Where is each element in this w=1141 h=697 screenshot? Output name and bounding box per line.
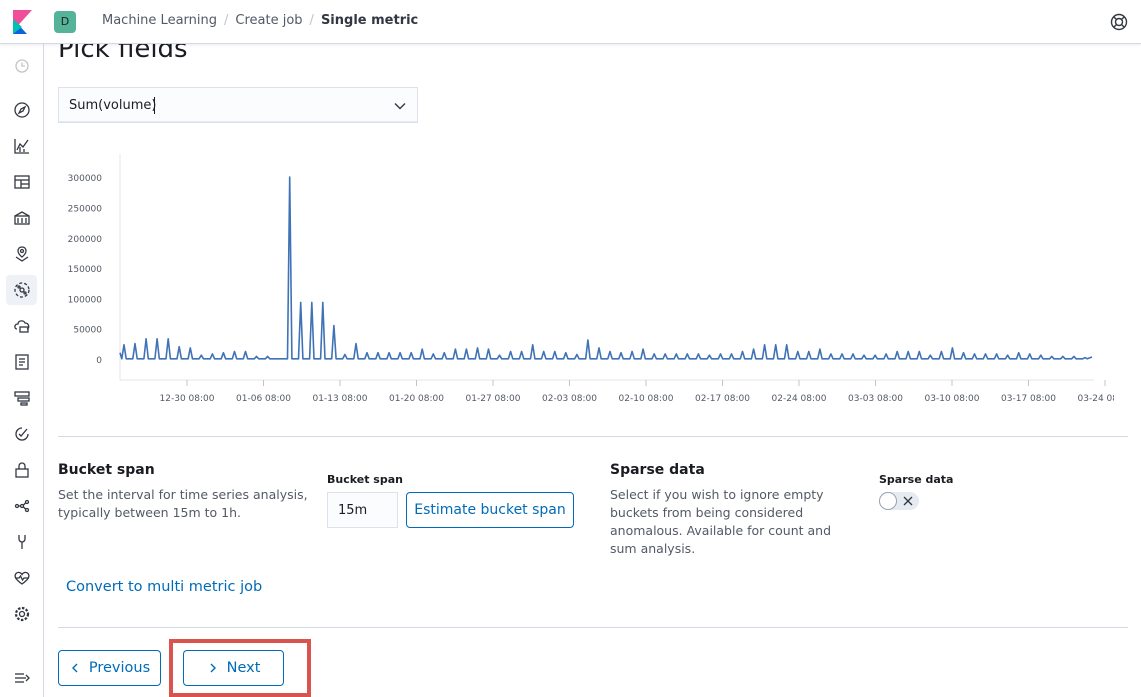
collapse-nav-icon[interactable] <box>12 668 32 688</box>
y-tick-label: 50000 <box>73 326 102 336</box>
security-lock-icon[interactable] <box>12 460 32 480</box>
breadcrumb-separator: / <box>309 13 314 28</box>
chevron-down-icon[interactable] <box>393 99 407 113</box>
uptime-icon[interactable] <box>12 424 32 444</box>
breadcrumb-machine-learning[interactable]: Machine Learning <box>102 13 217 28</box>
estimate-bucket-span-button[interactable]: Estimate bucket span <box>406 492 574 528</box>
field-select-value: Sum(volume) <box>69 98 157 113</box>
x-tick-label: 01-20 08:00 <box>389 394 444 404</box>
x-tick-label: 02-17 08:00 <box>695 394 750 404</box>
metric-chart: 300000 250000 200000 150000 100000 50000 0 12-3… <box>68 154 1114 404</box>
y-tick-label: 150000 <box>68 265 103 275</box>
sparse-data-description: Select if you wish to ignore empty bucke… <box>610 487 832 556</box>
field-select[interactable]: Sum(volume) <box>58 87 418 123</box>
breadcrumb-create-job[interactable]: Create job <box>235 13 302 28</box>
chevron-left-icon <box>71 663 78 673</box>
y-tick-label: 250000 <box>68 204 103 214</box>
x-tick-label: 01-27 08:00 <box>466 394 521 404</box>
bucket-span-input[interactable]: 15m <box>327 492 398 528</box>
dashboard-icon[interactable] <box>12 172 32 192</box>
recently-viewed-clock-icon[interactable] <box>12 56 32 76</box>
x-tick-label: 03-03 08:00 <box>848 394 903 404</box>
x-tick-label: 02-10 08:00 <box>619 394 674 404</box>
divider-bottom <box>58 627 1128 628</box>
toggle-knob <box>879 492 897 510</box>
previous-button[interactable]: Previous <box>58 650 161 686</box>
kibana-logo-icon[interactable] <box>10 10 34 34</box>
y-tick-label: 0 <box>96 356 102 366</box>
page-title: Pick fields <box>58 44 188 64</box>
x-tick-label: 03-17 08:00 <box>1001 394 1056 404</box>
close-icon <box>903 496 913 506</box>
dev-tools-wrench-icon[interactable] <box>12 532 32 552</box>
x-tick-label: 03-10 08:00 <box>925 394 980 404</box>
divider-top <box>58 436 1128 437</box>
top-header: D Machine Learning / Create job / Single… <box>0 0 1141 44</box>
visualize-chart-icon[interactable] <box>12 136 32 156</box>
previous-button-label: Previous <box>88 660 151 676</box>
y-tick-label: 300000 <box>68 174 103 184</box>
x-tick-label: 02-24 08:00 <box>772 394 827 404</box>
x-tick-label: 01-13 08:00 <box>313 394 368 404</box>
apm-icon[interactable] <box>12 388 32 408</box>
convert-to-multi-metric-link[interactable]: Convert to multi metric job <box>66 579 262 595</box>
bucket-span-description: Set the interval for time series analysi… <box>58 487 308 520</box>
y-tick-label: 200000 <box>68 235 103 245</box>
machine-learning-icon[interactable] <box>12 280 32 300</box>
breadcrumb-separator: / <box>224 13 229 28</box>
bucket-span-label: Bucket span <box>327 473 403 486</box>
side-navigation <box>0 44 44 697</box>
sparse-data-title: Sparse data <box>610 462 705 478</box>
x-tick-label: 01-06 08:00 <box>236 394 291 404</box>
x-tick-label: 02-03 08:00 <box>542 394 597 404</box>
monitoring-heart-icon[interactable] <box>12 568 32 588</box>
graph-icon[interactable] <box>12 496 32 516</box>
sparse-data-toggle[interactable] <box>879 492 919 510</box>
management-gear-icon[interactable] <box>12 604 32 624</box>
breadcrumb-single-metric: Single metric <box>320 13 419 28</box>
help-lifebuoy-icon[interactable] <box>1109 12 1129 32</box>
logs-icon[interactable] <box>12 352 32 372</box>
sparse-data-label: Sparse data <box>879 473 954 486</box>
breadcrumb: Machine Learning / Create job / Single m… <box>102 13 418 28</box>
series-line <box>119 176 1093 360</box>
bucket-span-title: Bucket span <box>58 462 155 478</box>
canvas-icon[interactable] <box>12 208 32 228</box>
main-content: Pick fields Sum(volume) 300000 250000 2000… <box>44 44 1141 697</box>
discover-compass-icon[interactable] <box>12 100 32 120</box>
x-tick-label: 12-30 08:00 <box>160 394 215 404</box>
text-cursor <box>154 97 155 114</box>
y-tick-label: 100000 <box>68 295 103 305</box>
x-tick-label: 03-24 08:00 <box>1078 394 1114 404</box>
infrastructure-icon[interactable] <box>12 316 32 336</box>
maps-icon[interactable] <box>12 244 32 264</box>
next-button-highlight <box>169 639 311 697</box>
space-avatar[interactable]: D <box>54 11 76 33</box>
